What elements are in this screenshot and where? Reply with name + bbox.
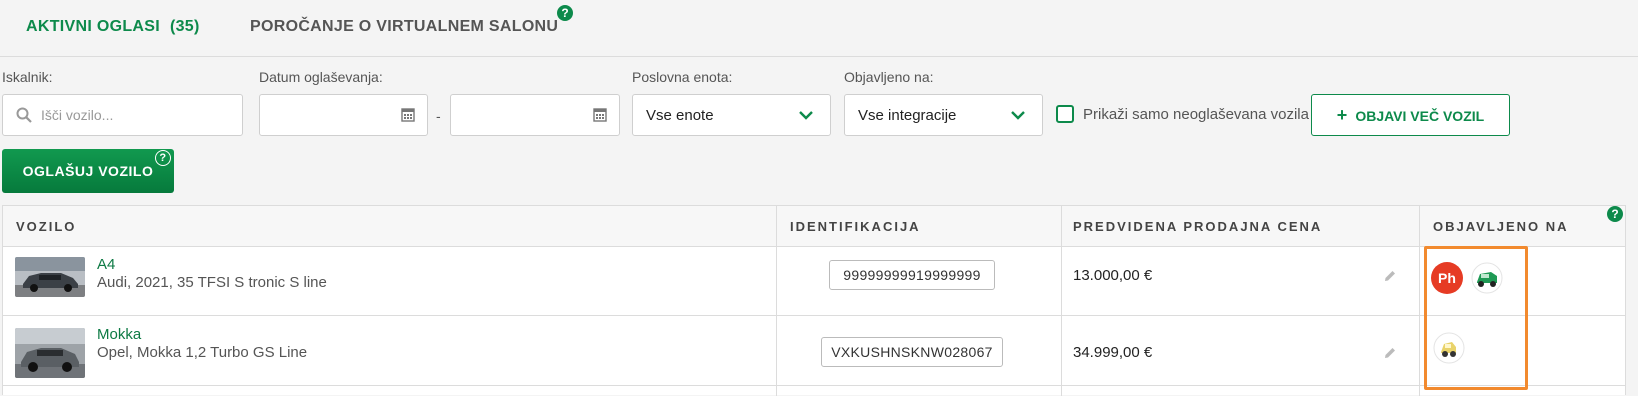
chevron-down-icon (1010, 108, 1026, 126)
tab-virtual-showroom-report[interactable]: POROČANJE O VIRTUALNEM SALONU (250, 18, 558, 36)
vehicle-description: Opel, Mokka 1,2 Turbo GS Line (97, 344, 308, 361)
vehicle-price: 13.000,00 € (1073, 267, 1153, 284)
plus-icon: + (1336, 105, 1348, 125)
advertise-vehicle-label: OGLAŠUJ VOZILO (22, 163, 154, 179)
vehicle-thumbnail[interactable] (15, 328, 85, 378)
edit-pencil-icon[interactable] (1383, 346, 1397, 365)
vehicle-id: VXKUSHNSKNW028067 (821, 337, 1003, 367)
tab-bar: AKTIVNI OGLASI (35) POROČANJE O VIRTUALNE… (0, 0, 1638, 57)
table-row[interactable]: Mokka Opel, Mokka 1,2 Turbo GS Line VXKU… (3, 316, 1625, 386)
search-input[interactable]: Išči vozilo... (2, 94, 243, 136)
unpublished-only-checkbox[interactable] (1056, 105, 1074, 123)
publish-more-button[interactable]: + OBJAVI VEČ VOZIL (1311, 94, 1510, 136)
ph-logo-icon[interactable]: Ph (1431, 262, 1463, 294)
help-icon[interactable]: ? (155, 150, 171, 166)
vehicle-model-link[interactable]: Mokka (97, 326, 141, 343)
unpublished-only-label: Prikaži samo neoglaševana vozila (1083, 106, 1309, 123)
business-unit-select[interactable]: Vse enote (632, 94, 831, 136)
publish-more-label: OBJAVI VEČ VOZIL (1355, 108, 1485, 124)
help-icon[interactable]: ? (557, 5, 573, 21)
table-header: VOZILO IDENTIFIKACIJA PREDVIDENA PRODAJN… (3, 206, 1625, 247)
help-icon[interactable]: ? (1607, 206, 1623, 222)
date-label: Datum oglaševanja: (259, 69, 383, 85)
vehicle-model-link[interactable]: A4 (97, 256, 115, 273)
column-header-price: PREDVIDENA PRODAJNA CENA (1073, 219, 1323, 234)
search-label: Iskalnik: (2, 69, 53, 85)
advertise-vehicle-button[interactable]: OGLAŠUJ VOZILO ? (2, 149, 174, 193)
search-icon (16, 107, 32, 128)
vehicle-id: 99999999919999999 (829, 260, 995, 290)
yellow-car-logo-icon[interactable] (1433, 332, 1465, 364)
business-unit-value: Vse enote (646, 107, 714, 124)
vehicle-thumbnail[interactable] (15, 257, 85, 297)
published-on-value: Vse integracije (858, 107, 957, 124)
calendar-icon (401, 107, 415, 127)
column-header-published-on: OBJAVLJENO NA (1433, 219, 1569, 234)
chevron-down-icon (798, 108, 814, 126)
date-separator: - (436, 108, 441, 124)
tab-active-ads-count: (35) (169, 18, 200, 35)
calendar-icon (593, 107, 607, 127)
unit-label: Poslovna enota: (632, 69, 733, 85)
column-header-vehicle: VOZILO (16, 219, 77, 234)
vehicle-price: 34.999,00 € (1073, 344, 1153, 361)
tab-active-ads-label: AKTIVNI OGLASI (26, 18, 160, 35)
search-placeholder: Išči vozilo... (41, 107, 114, 123)
published-label: Objavljeno na: (844, 69, 934, 85)
date-to-field[interactable] (450, 94, 620, 136)
date-from-field[interactable] (259, 94, 428, 136)
vehicle-table: VOZILO IDENTIFIKACIJA PREDVIDENA PRODAJN… (2, 205, 1626, 396)
column-header-identification: IDENTIFIKACIJA (790, 219, 921, 234)
tab-active-ads[interactable]: AKTIVNI OGLASI (35) (26, 18, 200, 36)
table-row[interactable]: A4 Audi, 2021, 35 TFSI S tronic S line 9… (3, 246, 1625, 316)
edit-pencil-icon[interactable] (1383, 269, 1397, 288)
published-on-select[interactable]: Vse integracije (844, 94, 1043, 136)
vehicle-description: Audi, 2021, 35 TFSI S tronic S line (97, 274, 327, 291)
green-car-logo-icon[interactable] (1471, 262, 1503, 294)
